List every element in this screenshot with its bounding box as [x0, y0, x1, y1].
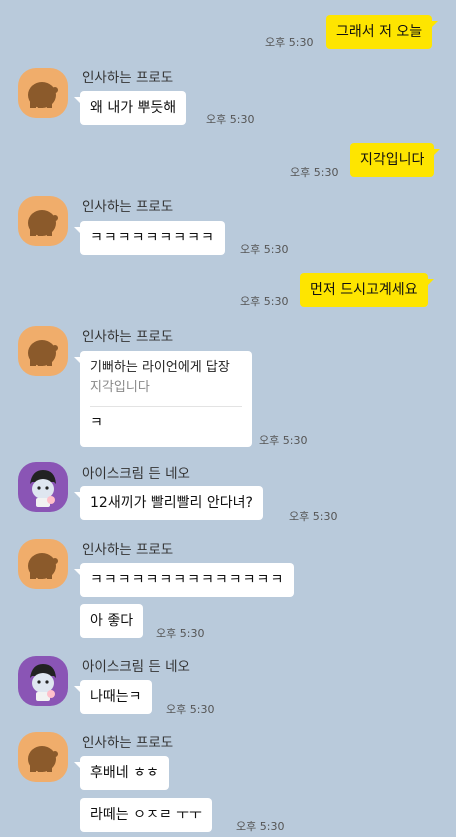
sender-name: 아이스크림 든 네오: [82, 466, 190, 482]
message-time: 오후 5:30: [265, 36, 314, 49]
reply-text: ㅋ: [90, 415, 103, 431]
message-time: 오후 5:30: [290, 166, 339, 179]
frodo-avatar-icon[interactable]: [18, 326, 68, 376]
message-bubble[interactable]: 나때는ㅋ: [74, 680, 152, 714]
message-time: 오후 5:30: [240, 243, 289, 256]
sender-name: 인사하는 프로도: [82, 542, 174, 558]
my-message-bubble[interactable]: 지각입니다: [350, 143, 441, 177]
message-bubble[interactable]: 아 좋다: [80, 604, 144, 638]
reply-divider: [90, 406, 242, 407]
reply-quote: 지각입니다: [90, 380, 150, 395]
frodo-avatar-icon[interactable]: [18, 732, 68, 782]
message-time: 오후 5:30: [156, 627, 205, 640]
message-time: 오후 5:30: [236, 820, 285, 833]
message-bubble[interactable]: ㅋㅋㅋㅋㅋㅋㅋㅋㅋ: [74, 221, 225, 255]
my-message-bubble[interactable]: 그래서 저 오늘: [326, 15, 439, 49]
reply-message-bubble[interactable]: 기뻐하는 라이언에게 답장 지각입니다 ㅋ: [74, 351, 252, 447]
message-bubble[interactable]: 후배네 ㅎㅎ: [74, 756, 169, 790]
my-message-bubble[interactable]: 먼저 드시고계세요: [300, 273, 433, 307]
frodo-avatar-icon[interactable]: [18, 196, 68, 246]
sender-name: 인사하는 프로도: [82, 735, 174, 751]
frodo-avatar-icon[interactable]: [18, 68, 68, 118]
message-time: 오후 5:30: [166, 703, 215, 716]
sender-name: 인사하는 프로도: [82, 199, 174, 215]
sender-name: 아이스크림 든 네오: [82, 659, 190, 675]
sender-name: 인사하는 프로도: [82, 329, 174, 345]
message-time: 오후 5:30: [206, 113, 255, 126]
message-bubble[interactable]: ㅋㅋㅋㅋㅋㅋㅋㅋㅋㅋㅋㅋㅋㅋ: [73, 563, 295, 597]
message-time: 오후 5:30: [289, 510, 338, 523]
message-bubble[interactable]: 왜 내가 뿌듯해: [73, 91, 187, 125]
frodo-avatar-icon[interactable]: [18, 539, 68, 589]
neo-avatar-icon[interactable]: [18, 656, 68, 706]
neo-avatar-icon[interactable]: [18, 462, 68, 512]
message-time: 오후 5:30: [259, 434, 308, 447]
message-bubble[interactable]: 라떼는 ㅇㅈㄹ ㅜㅜ: [80, 798, 212, 832]
message-time: 오후 5:30: [240, 295, 289, 308]
message-bubble[interactable]: 12새끼가 빨리빨리 안다녀?: [74, 486, 263, 520]
reply-target: 기뻐하는 라이언에게 답장: [90, 360, 230, 375]
sender-name: 인사하는 프로도: [82, 70, 174, 86]
